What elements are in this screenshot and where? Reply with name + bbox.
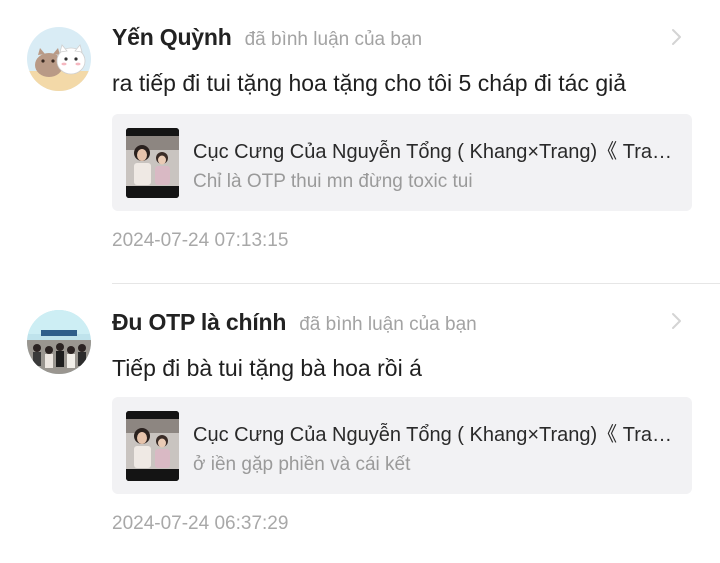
timestamp: 2024-07-24 06:37:29 <box>112 513 289 534</box>
story-title: Cục Cưng Của Nguyễn Tổng ( Khang×Trang)《… <box>193 141 681 163</box>
story-card[interactable]: Cục Cưng Của Nguyễn Tổng ( Khang×Trang)《… <box>112 397 692 494</box>
chevron-right-icon[interactable] <box>670 27 684 47</box>
chevron-right-icon[interactable] <box>670 311 684 331</box>
username[interactable]: Yến Quỳnh <box>112 24 232 51</box>
notification-header: Yến Quỳnh đã bình luận của bạn <box>112 24 422 51</box>
avatar[interactable] <box>27 27 91 91</box>
story-card[interactable]: Cục Cưng Của Nguyễn Tổng ( Khang×Trang)《… <box>112 114 692 211</box>
chapter-subtitle: Chỉ là OTP thui mn đừng toxic tui <box>193 171 473 192</box>
story-title: Cục Cưng Của Nguyễn Tổng ( Khang×Trang)《… <box>193 424 681 446</box>
notification-item[interactable]: Đu OTP là chính đã bình luận của bạn Tiế… <box>0 284 720 563</box>
action-text: đã bình luận của bạn <box>299 314 477 335</box>
avatar[interactable] <box>27 310 91 374</box>
timestamp: 2024-07-24 07:13:15 <box>112 230 289 251</box>
book-cover-thumbnail <box>126 411 179 481</box>
action-text: đã bình luận của bạn <box>244 29 423 50</box>
group-photo-avatar-icon <box>27 310 91 374</box>
comment-text: Tiếp đi bà tui tặng bà hoa rồi á <box>112 355 422 381</box>
username[interactable]: Đu OTP là chính <box>112 309 286 336</box>
notification-list: Yến Quỳnh đã bình luận của bạn ra tiếp đ… <box>0 0 720 563</box>
comment-text: ra tiếp đi tui tặng hoa tặng cho tôi 5 c… <box>112 70 627 96</box>
book-cover-thumbnail <box>126 128 179 198</box>
chapter-subtitle: ở iền gặp phiền và cái kết <box>193 454 411 475</box>
notification-item[interactable]: Yến Quỳnh đã bình luận của bạn ra tiếp đ… <box>0 0 720 283</box>
notification-header: Đu OTP là chính đã bình luận của bạn <box>112 309 477 336</box>
cartoon-cats-avatar-icon <box>27 27 91 91</box>
